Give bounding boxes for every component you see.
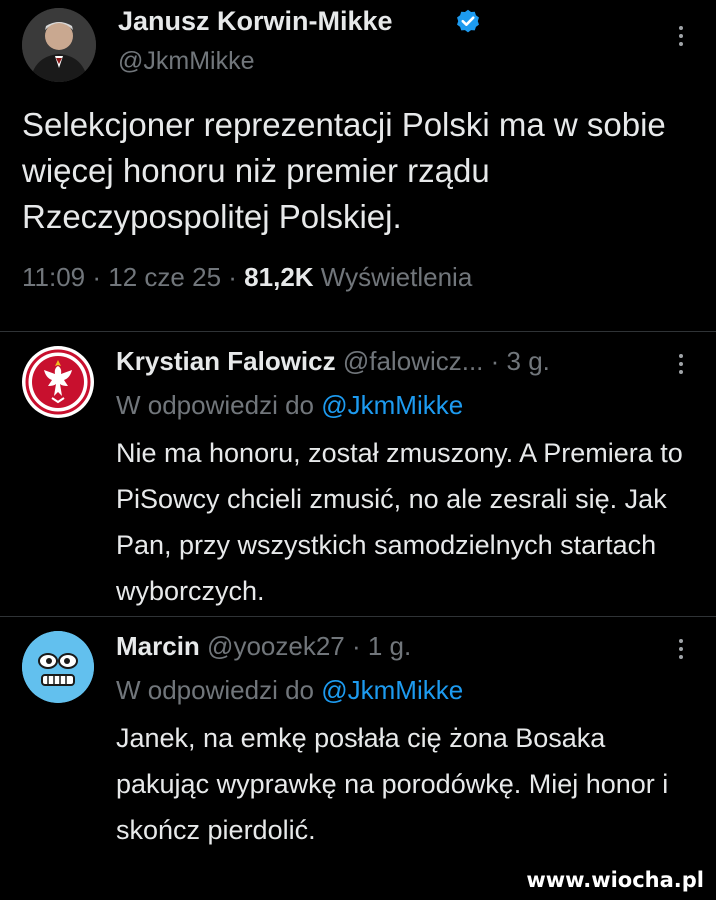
reply-author-name[interactable]: Krystian Falowicz: [116, 346, 336, 376]
reply-item[interactable]: Marcin @yoozek27 · 1 g. W odpowiedzi do …: [0, 617, 716, 900]
reply-text: Nie ma honoru, został zmuszony. A Premie…: [116, 438, 683, 606]
white-eagle-crest-icon: [23, 347, 93, 417]
author-photo-icon: [22, 8, 96, 82]
reply-to-line: W odpowiedzi do @JkmMikke: [116, 390, 463, 421]
reply-author-handle[interactable]: @falowicz...: [343, 346, 484, 376]
reply-header: Krystian Falowicz @falowicz... · 3 g.: [116, 346, 550, 377]
reply-item[interactable]: Krystian Falowicz @falowicz... · 3 g. W …: [0, 332, 716, 616]
reply-author-name[interactable]: Marcin: [116, 631, 200, 661]
reply-to-mention[interactable]: @JkmMikke: [321, 390, 463, 420]
tweet-text: Selekcjoner reprezentacji Polski ma w so…: [22, 106, 666, 235]
author-name[interactable]: Janusz Korwin-Mikke: [118, 6, 393, 37]
reply-avatar[interactable]: [22, 346, 94, 418]
reply-to-mention[interactable]: @JkmMikke: [321, 675, 463, 705]
blue-robot-face-icon: [22, 631, 94, 703]
reply-to-label: W odpowiedzi do: [116, 675, 314, 705]
reply-age[interactable]: · 3 g.: [491, 346, 550, 376]
tweet-meta: 11:09 · 12 cze 25 · 81,2K Wyświetlenia: [22, 262, 472, 293]
reply-to-line: W odpowiedzi do @JkmMikke: [116, 675, 463, 706]
watermark: www.wiocha.pl: [526, 868, 704, 892]
reply-avatar[interactable]: [22, 631, 94, 703]
reply-author-handle[interactable]: @yoozek27: [207, 631, 345, 661]
reply-age[interactable]: · 1 g.: [352, 631, 411, 661]
meta-separator: ·: [228, 262, 237, 292]
author-handle[interactable]: @JkmMikke: [118, 47, 255, 76]
views-count[interactable]: 81,2K: [244, 262, 313, 292]
more-options-icon[interactable]: [676, 354, 686, 382]
reply-to-label: W odpowiedzi do: [116, 390, 314, 420]
tweet-date[interactable]: 12 cze 25: [108, 262, 221, 292]
more-options-icon[interactable]: [676, 26, 686, 54]
verified-badge-icon: [457, 9, 479, 33]
meta-separator: ·: [92, 262, 102, 292]
views-label[interactable]: Wyświetlenia: [321, 262, 472, 292]
more-options-icon[interactable]: [676, 639, 686, 667]
reply-text: Janek, na emkę posłała cię żona Bosaka p…: [116, 723, 669, 845]
author-avatar[interactable]: [22, 8, 96, 82]
main-tweet: Janusz Korwin-Mikke @JkmMikke Selekcjone…: [0, 0, 716, 332]
reply-header: Marcin @yoozek27 · 1 g.: [116, 631, 411, 662]
tweet-time[interactable]: 11:09: [22, 262, 85, 292]
